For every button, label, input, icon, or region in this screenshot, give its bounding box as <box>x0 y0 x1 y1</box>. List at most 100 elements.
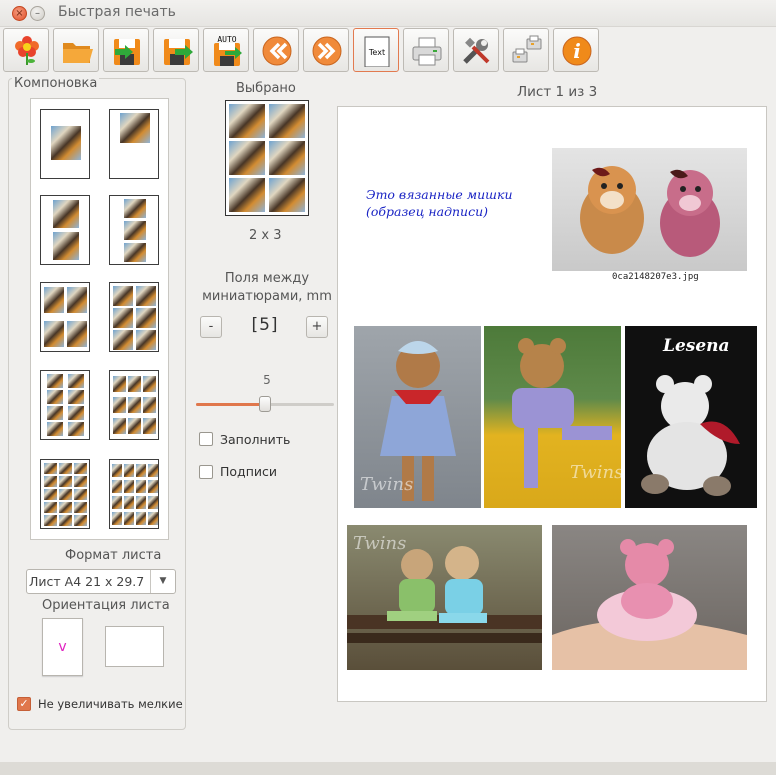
minimize-button[interactable]: – <box>30 6 45 21</box>
sheet-format-value: Лист А4 21 x 29.7 <box>29 574 145 589</box>
tools-icon <box>463 37 490 64</box>
watermark-text: Lesena <box>663 336 730 356</box>
open-flower-button[interactable] <box>3 28 49 72</box>
thumbnail-photo <box>124 496 134 509</box>
close-button[interactable]: × <box>12 6 27 21</box>
selected-layout-preview <box>225 100 309 216</box>
save-out-icon <box>164 39 193 65</box>
bear-illustration <box>552 539 747 670</box>
thumbnail-photo <box>59 476 72 487</box>
status-strip <box>0 762 776 775</box>
settings-button[interactable] <box>453 28 499 72</box>
thumbnail-photo <box>44 321 64 347</box>
caption-line-1: Это вязанные мишки <box>366 187 513 202</box>
grid-size-label: 2 x 3 <box>249 228 282 243</box>
watermark-text: Twins <box>353 533 407 554</box>
previous-button[interactable] <box>253 28 299 72</box>
auto-save-icon: AUTO <box>214 35 242 66</box>
bears-illustration <box>580 166 720 257</box>
thumbnail-photo <box>136 464 146 477</box>
network-print-button[interactable] <box>503 28 549 72</box>
next-button[interactable] <box>303 28 349 72</box>
thumbnail-photo <box>148 496 158 509</box>
thumbnail-photo <box>112 480 122 493</box>
text-button[interactable]: Text <box>353 28 399 72</box>
thumbnail-photo <box>112 512 122 525</box>
layout-1x2-option[interactable] <box>40 195 90 265</box>
thumbnail-photo <box>124 243 146 262</box>
portrait-orientation-button[interactable]: v <box>42 618 83 676</box>
layout-3x3-option[interactable] <box>109 370 159 440</box>
thumbnail-photo <box>128 376 141 392</box>
open-folder-button[interactable] <box>53 28 99 72</box>
photo-bear-purple-sweater[interactable]: Twins <box>484 326 621 508</box>
thumbnail-photo <box>136 496 146 509</box>
selected-mark: v <box>58 639 67 655</box>
thumbnail-photo <box>124 480 134 493</box>
thumbnail-photo <box>269 178 305 212</box>
thumbnail-photo <box>47 374 63 388</box>
dropdown-arrow-icon[interactable]: ▼ <box>150 570 175 593</box>
layout-2x3-option[interactable] <box>109 282 159 352</box>
thumbnail-photo <box>44 515 57 526</box>
watermark-text: Twins <box>570 462 621 483</box>
no-enlarge-label: Не увеличивать мелкие <box>38 697 183 711</box>
svg-text:AUTO: AUTO <box>217 35 236 44</box>
photo-two-bears[interactable] <box>552 148 747 271</box>
spacing-value: [5] <box>251 315 279 335</box>
layout-1x1-option[interactable] <box>40 109 90 179</box>
increase-spacing-button[interactable]: + <box>306 316 328 338</box>
thumbnail-photo <box>67 321 87 347</box>
watermark-text: Twins <box>360 474 414 495</box>
caption-text[interactable]: Это вязанные мишки (образец надписи) <box>366 186 513 220</box>
layout-1x3-option[interactable] <box>109 195 159 265</box>
info-button[interactable]: i <box>553 28 599 72</box>
printer-network-icon <box>512 35 542 63</box>
caption-line-2: (образец надписи) <box>366 204 489 219</box>
thumbnail-photo <box>68 406 84 420</box>
save-in-button[interactable] <box>103 28 149 72</box>
photo-pink-bear-hand[interactable] <box>552 525 747 670</box>
save-out-button[interactable] <box>153 28 199 72</box>
thumbnail-photo <box>113 308 133 328</box>
spacing-slider-thumb[interactable] <box>259 396 271 412</box>
sheet-format-select[interactable]: Лист А4 21 x 29.7 ▼ <box>26 569 176 594</box>
captions-checkbox[interactable] <box>199 465 213 479</box>
auto-save-button[interactable]: AUTO <box>203 28 249 72</box>
window-title: Быстрая печать <box>58 4 176 20</box>
photo-white-bear[interactable]: Lesena <box>625 326 757 508</box>
thumbnail-photo <box>136 330 156 350</box>
thumbnail-photo <box>229 104 265 138</box>
thumbnail-photo <box>44 463 57 474</box>
print-button[interactable] <box>403 28 449 72</box>
slider-value: 5 <box>263 373 271 387</box>
decrease-spacing-button[interactable]: - <box>200 316 222 338</box>
thumbnail-photo <box>128 418 141 434</box>
layout-2x4-option[interactable] <box>40 370 90 440</box>
layout-2x2-option[interactable] <box>40 282 90 352</box>
thumbnail-photo <box>124 464 134 477</box>
photo-bears-on-bench[interactable]: Twins <box>347 525 542 670</box>
thumbnail-photo <box>113 376 126 392</box>
thumbnail-photo <box>136 308 156 328</box>
layout-list[interactable] <box>30 98 169 540</box>
thumbnail-photo <box>53 232 79 260</box>
thumbnail-photo <box>68 422 84 436</box>
thumbnail-photo <box>124 221 146 240</box>
layout-3x5-option[interactable] <box>40 459 90 529</box>
layout-1x1-top-option[interactable] <box>109 109 159 179</box>
fill-checkbox[interactable] <box>199 432 213 446</box>
thumbnail-photo <box>143 397 156 413</box>
folder-icon <box>63 43 93 63</box>
thumbnail-photo <box>229 141 265 175</box>
no-enlarge-checkbox[interactable]: ✓ <box>17 697 31 711</box>
thumbnail-photo <box>269 104 305 138</box>
photo-filename: 0ca2148207e3.jpg <box>612 272 699 282</box>
previous-icon <box>262 36 292 66</box>
landscape-orientation-button[interactable] <box>105 626 164 667</box>
thumbnail-photo <box>136 480 146 493</box>
photo-bear-blue-dress[interactable]: Twins <box>354 326 481 508</box>
selected-label: Выбрано <box>236 81 296 96</box>
layout-4x4-option[interactable] <box>109 459 159 529</box>
fill-label: Заполнить <box>220 432 291 447</box>
